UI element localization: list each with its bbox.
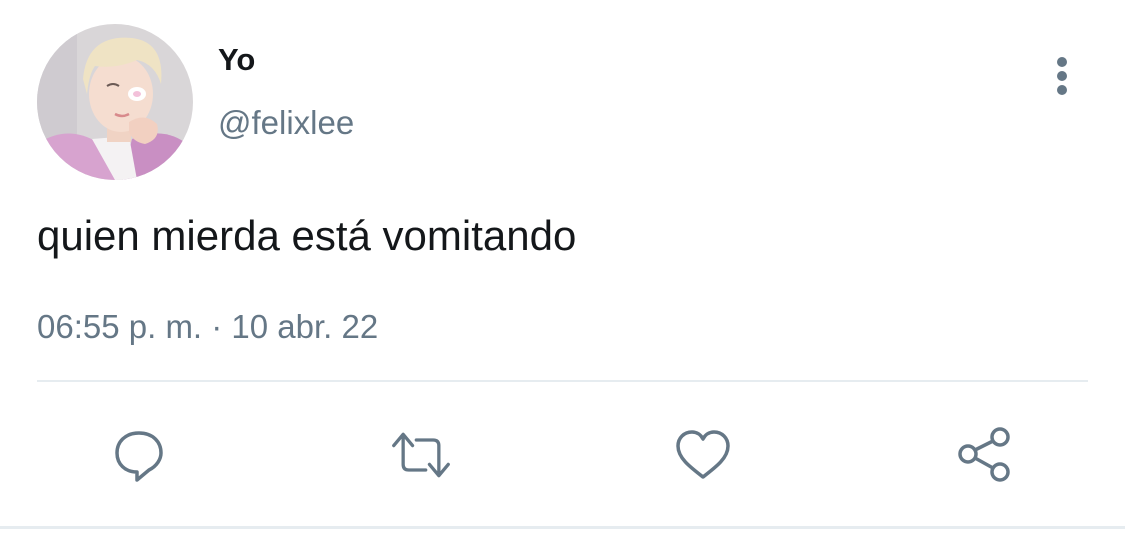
bottom-divider	[0, 526, 1125, 529]
tweet-timestamp[interactable]: 06:55 p. m. · 10 abr. 22	[37, 306, 378, 348]
share-icon	[958, 427, 1010, 482]
share-button[interactable]	[955, 424, 1017, 486]
retweet-button[interactable]	[390, 424, 452, 486]
avatar[interactable]	[37, 24, 193, 180]
reply-button[interactable]	[108, 424, 170, 486]
more-options-button[interactable]	[1040, 52, 1084, 100]
like-button[interactable]	[672, 424, 734, 486]
display-name[interactable]: Yo	[218, 40, 255, 80]
tweet-card: Yo @felixlee quien mierda está vomitando…	[0, 0, 1125, 546]
avatar-image	[37, 24, 193, 180]
retweet-icon	[392, 432, 450, 478]
more-vertical-icon	[1057, 57, 1067, 95]
heart-icon	[676, 430, 730, 479]
divider	[37, 380, 1088, 382]
user-handle[interactable]: @felixlee	[218, 103, 354, 143]
speech-bubble-icon	[115, 431, 163, 482]
tweet-text: quien mierda está vomitando	[37, 212, 577, 259]
